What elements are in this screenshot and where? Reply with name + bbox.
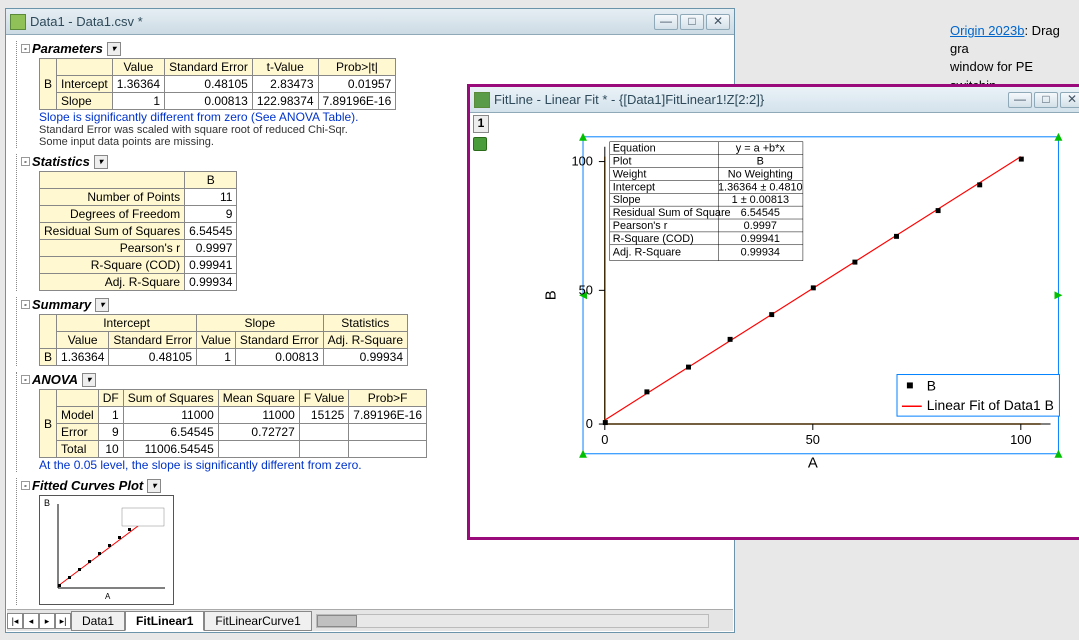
svg-text:1 ± 0.00813: 1 ± 0.00813 (732, 194, 789, 206)
svg-text:A: A (105, 592, 111, 601)
scroll-thumb[interactable] (317, 615, 357, 627)
origin-link[interactable]: Origin 2023b (950, 23, 1024, 38)
svg-text:0.99941: 0.99941 (741, 233, 780, 245)
collapse-toggle[interactable]: - (21, 157, 30, 166)
chart-info-table: Equation y = a +b*x Plot B Weight No Weight… (610, 142, 803, 261)
svg-text:B: B (927, 377, 936, 393)
svg-text:6.54545: 6.54545 (741, 207, 780, 219)
dropdown-icon[interactable]: ▾ (82, 373, 96, 387)
plot-area[interactable]: 0 50 100 0 50 100 A B (502, 117, 1079, 533)
parameters-table: B Value Standard Error t-Value Prob>|t| … (39, 58, 396, 110)
svg-text:Residual Sum of Square: Residual Sum of Square (613, 207, 731, 219)
svg-text:1.36364 ± 0.4810: 1.36364 ± 0.4810 (718, 181, 803, 193)
svg-text:A: A (808, 456, 818, 472)
tab-next-button[interactable]: ▸ (39, 613, 55, 629)
minimize-button[interactable]: — (1008, 92, 1032, 108)
graph-icon (474, 92, 490, 108)
svg-text:Adj. R-Square: Adj. R-Square (613, 247, 681, 259)
curves-head: Fitted Curves Plot (32, 478, 143, 493)
chart-legend[interactable]: B Linear Fit of Data1 B (897, 375, 1059, 417)
svg-text:B: B (543, 290, 559, 300)
fitline-title: FitLine - Linear Fit * - {[Data1]FitLine… (494, 92, 1008, 107)
fitted-curves-thumbnail[interactable]: B A (39, 495, 174, 605)
svg-text:0.99934: 0.99934 (741, 247, 780, 259)
svg-text:100: 100 (571, 154, 592, 169)
svg-text:Slope: Slope (613, 194, 641, 206)
maximize-button[interactable]: □ (680, 14, 704, 30)
anova-head: ANOVA (32, 372, 78, 387)
svg-text:Plot: Plot (613, 156, 632, 168)
svg-text:0: 0 (586, 416, 593, 431)
workbook-icon (10, 14, 26, 30)
svg-text:B: B (44, 498, 50, 508)
svg-text:100: 100 (1010, 432, 1031, 447)
svg-text:y = a +b*x: y = a +b*x (736, 143, 786, 155)
dropdown-icon[interactable]: ▾ (107, 42, 121, 56)
minimize-button[interactable]: — (654, 14, 678, 30)
parameters-head: Parameters (32, 41, 103, 56)
close-button[interactable]: ✕ (1060, 92, 1079, 108)
collapse-toggle[interactable]: - (21, 300, 30, 309)
tab-fitlinear1[interactable]: FitLinear1 (125, 611, 204, 631)
svg-text:50: 50 (579, 282, 593, 297)
svg-text:No Weighting: No Weighting (728, 168, 793, 180)
svg-text:B: B (757, 156, 764, 168)
collapse-toggle[interactable]: - (21, 481, 30, 490)
dropdown-icon[interactable]: ▾ (95, 298, 109, 312)
svg-text:0.9997: 0.9997 (744, 220, 777, 232)
svg-text:Intercept: Intercept (613, 181, 655, 193)
statistics-head: Statistics (32, 154, 90, 169)
tab-fitlinearcurve1[interactable]: FitLinearCurve1 (204, 611, 311, 631)
anova-table: B DF Sum of Squares Mean Square F Value … (39, 389, 427, 458)
summary-table: Intercept Slope Statistics Value Standar… (39, 314, 408, 366)
tab-data1[interactable]: Data1 (71, 611, 125, 631)
fitline-window: FitLine - Linear Fit * - {[Data1]FitLine… (467, 84, 1079, 540)
statistics-table: B Number of Points11 Degrees of Freedom9… (39, 171, 237, 291)
collapse-toggle[interactable]: - (21, 375, 30, 384)
horizontal-scrollbar[interactable] (316, 614, 709, 628)
close-button[interactable]: ✕ (706, 14, 730, 30)
svg-text:Pearson's r: Pearson's r (613, 220, 668, 232)
param-row-b: B (40, 59, 57, 110)
tab-last-button[interactable]: ▸| (55, 613, 71, 629)
layer-1-button[interactable]: 1 (473, 115, 489, 133)
dropdown-icon[interactable]: ▾ (147, 479, 161, 493)
svg-text:0: 0 (601, 432, 608, 447)
svg-text:Equation: Equation (613, 143, 656, 155)
tab-prev-button[interactable]: ◂ (23, 613, 39, 629)
svg-text:Weight: Weight (613, 168, 647, 180)
svg-text:Linear Fit of Data1 B: Linear Fit of Data1 B (927, 397, 1054, 413)
fitline-titlebar[interactable]: FitLine - Linear Fit * - {[Data1]FitLine… (470, 87, 1079, 113)
summary-head: Summary (32, 297, 91, 312)
svg-text:50: 50 (806, 432, 820, 447)
tab-first-button[interactable]: |◂ (7, 613, 23, 629)
dropdown-icon[interactable]: ▾ (94, 155, 108, 169)
pin-icon[interactable] (473, 137, 487, 151)
maximize-button[interactable]: □ (1034, 92, 1058, 108)
svg-text:R-Square (COD): R-Square (COD) (613, 233, 694, 245)
sheet-tabs: |◂ ◂ ▸ ▸| Data1 FitLinear1 FitLinearCurv… (7, 609, 733, 631)
collapse-toggle[interactable]: - (21, 44, 30, 53)
data1-titlebar[interactable]: Data1 - Data1.csv * — □ ✕ (6, 9, 734, 35)
data1-title: Data1 - Data1.csv * (30, 14, 654, 29)
